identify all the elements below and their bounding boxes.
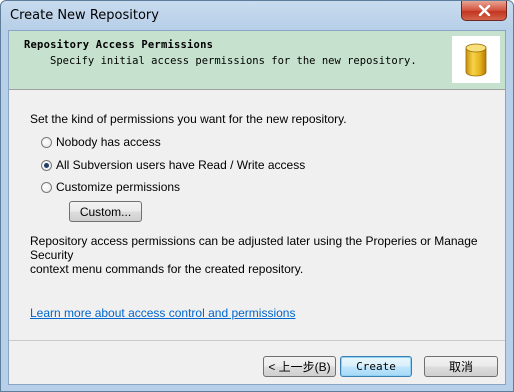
window-title: Create New Repository: [10, 8, 159, 23]
learn-more-link[interactable]: Learn more about access control and perm…: [30, 306, 295, 320]
header-title: Repository Access Permissions: [24, 39, 214, 51]
radio-label: All Subversion users have Read / Write a…: [56, 158, 306, 172]
dialog-client-area: Repository Access Permissions Specify in…: [8, 30, 506, 385]
header-subtitle: Specify initial access permissions for t…: [50, 55, 417, 67]
title-bar[interactable]: Create New Repository: [1, 1, 513, 30]
radio-label: Customize permissions: [56, 180, 181, 194]
create-button[interactable]: Create: [340, 356, 412, 377]
wizard-header: Repository Access Permissions Specify in…: [9, 31, 505, 90]
radio-customize-permissions[interactable]: Customize permissions: [41, 179, 180, 195]
radio-nobody-access[interactable]: Nobody has access: [41, 134, 161, 150]
footer-divider: [9, 340, 505, 341]
radio-all-users-read-write[interactable]: All Subversion users have Read / Write a…: [41, 157, 305, 173]
radio-label: Nobody has access: [56, 135, 161, 149]
close-icon: [478, 5, 491, 16]
radio-button[interactable]: [41, 136, 52, 148]
radio-button-selected[interactable]: [41, 159, 52, 171]
info-line-1: Repository access permissions can be adj…: [30, 234, 478, 262]
header-icon-panel: [452, 36, 500, 83]
info-text: Repository access permissions can be adj…: [30, 234, 490, 276]
database-cylinder-icon: [465, 43, 487, 77]
close-button[interactable]: [461, 1, 507, 21]
custom-button[interactable]: Custom...: [69, 201, 142, 222]
cancel-button[interactable]: 取消: [424, 356, 498, 377]
radio-button[interactable]: [41, 181, 52, 193]
info-line-2: context menu commands for the created re…: [30, 262, 304, 276]
back-button[interactable]: < 上一步(B): [263, 356, 336, 377]
permissions-prompt: Set the kind of permissions you want for…: [30, 112, 347, 126]
dialog-window: Create New Repository Repository Access …: [0, 0, 514, 392]
